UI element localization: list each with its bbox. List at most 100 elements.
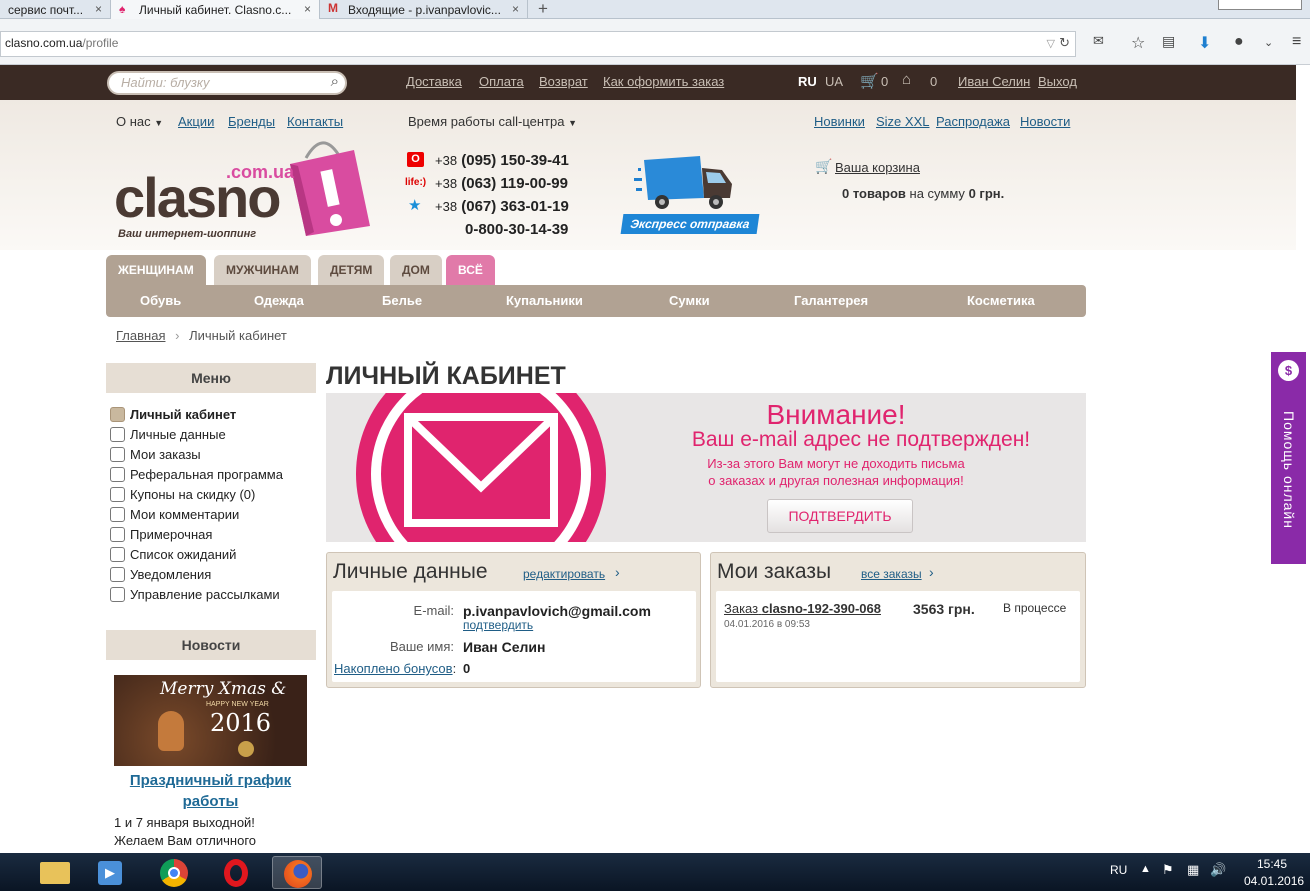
url-domain: clasno.com.ua — [5, 36, 83, 50]
volume-icon[interactable]: 🔊 — [1210, 862, 1226, 878]
express-banner[interactable]: Экспресс отправка — [620, 150, 760, 236]
sidebar-item-wishlist[interactable]: Список ожиданий — [110, 547, 236, 562]
sidebar-item-referral[interactable]: Реферальная программа — [110, 467, 283, 482]
checkbox-icon — [110, 587, 125, 602]
edit-link[interactable]: редактировать — [523, 567, 605, 581]
news-image[interactable]: Merry Xmas & HAPPY NEW YEAR 2016 — [114, 675, 307, 766]
sidebar-item-comments[interactable]: Мои комментарии — [110, 507, 239, 522]
bookmarks-list-icon[interactable]: ▤ — [1162, 33, 1175, 50]
subnav-accessories[interactable]: Галантерея — [794, 293, 868, 308]
dropdown-icon[interactable]: ▽ — [1047, 37, 1055, 50]
search-input[interactable]: Найти: блузку ⌕ — [107, 71, 347, 95]
media-player-icon[interactable]: ▶ — [86, 856, 136, 889]
clock-date[interactable]: 04.01.2016 — [1244, 874, 1304, 888]
explorer-icon[interactable] — [30, 856, 80, 889]
size-xxl-link[interactable]: Size XXL — [876, 114, 929, 129]
sidebar-item-orders[interactable]: Мои заказы — [110, 447, 201, 462]
category-tab-home[interactable]: ДОМ — [390, 255, 442, 285]
contacts-link[interactable]: Контакты — [287, 114, 343, 129]
sidebar-item-subscriptions[interactable]: Управление рассылками — [110, 587, 280, 602]
sidebar-item-fitting[interactable]: Примерочная — [110, 527, 212, 542]
start-button[interactable] — [0, 856, 22, 889]
tray-arrow-icon[interactable]: ▲ — [1140, 863, 1151, 875]
site-logo[interactable]: .com.ua clasno Ваш интернет-шоппинг — [114, 136, 379, 242]
browser-tab[interactable]: M Входящие - p.ivanpavlovic... × — [320, 0, 528, 19]
cart-icon[interactable]: 🛒 — [860, 72, 879, 90]
category-tab-women[interactable]: ЖЕНЩИНАМ — [106, 255, 206, 285]
logout-link[interactable]: Выход — [1038, 74, 1077, 89]
subnav-swimwear[interactable]: Купальники — [506, 293, 583, 308]
free-phone[interactable]: 0-800-30-14-39 — [465, 221, 568, 238]
confirm-email-button[interactable]: ПОДТВЕРДИТЬ — [767, 499, 913, 533]
close-icon[interactable]: × — [304, 2, 311, 16]
sidebar-item-coupons[interactable]: Купоны на скидку (0) — [110, 487, 255, 502]
help-online-tab[interactable]: $ Помощь онлайн — [1271, 352, 1306, 564]
action-center-icon[interactable]: ⚑ — [1162, 862, 1174, 878]
category-tab-all[interactable]: ВСЁ — [446, 255, 495, 285]
kyivstar-icon: ★ — [408, 197, 422, 214]
sidebar-item-personal-data[interactable]: Личные данные — [110, 427, 226, 442]
subnav-underwear[interactable]: Белье — [382, 293, 422, 308]
url-bar[interactable]: clasno.com.ua/profile ▽ ↻ — [0, 31, 1076, 57]
how-to-order-link[interactable]: Как оформить заказ — [603, 74, 724, 89]
order-link[interactable]: Заказ clasno-192-390-068 — [724, 601, 881, 616]
lang-ua[interactable]: UA — [825, 74, 843, 89]
chat-icon[interactable]: ● — [1234, 33, 1244, 51]
hours-dropdown[interactable]: Время работы call-центра ▼ — [408, 114, 577, 129]
phone-kyivstar[interactable]: +38 (067) 363-01-19 — [435, 198, 569, 215]
browser-tab-active[interactable]: ♠ Личный кабинет. Clasno.c... × — [111, 0, 320, 19]
subnav-bags[interactable]: Сумки — [669, 293, 710, 308]
all-orders-link[interactable]: все заказы — [861, 567, 922, 581]
sidebar-item-profile[interactable]: Личный кабинет — [110, 407, 236, 422]
menu-icon[interactable]: ≡ — [1292, 33, 1301, 51]
browser-tab[interactable]: сервис почт... × — [0, 0, 111, 19]
confirm-email-link[interactable]: подтвердить — [463, 618, 533, 632]
orders-body: Заказ clasno-192-390-068 3563 грн. В про… — [716, 591, 1080, 682]
brands-link[interactable]: Бренды — [228, 114, 275, 129]
news-link[interactable]: Новости — [1020, 114, 1070, 129]
promo-link[interactable]: Акции — [178, 114, 214, 129]
phone-mts[interactable]: +38 (095) 150-39-41 — [435, 152, 569, 169]
firefox-icon[interactable] — [272, 856, 322, 889]
window-controls[interactable] — [1218, 0, 1302, 10]
new-tab-button[interactable]: + — [538, 0, 548, 19]
subnav-shoes[interactable]: Обувь — [140, 293, 181, 308]
reader-icon[interactable]: ✉ — [1093, 33, 1104, 49]
return-link[interactable]: Возврат — [539, 74, 588, 89]
close-icon[interactable]: × — [512, 2, 519, 16]
bonus-link[interactable]: Накоплено бонусов — [334, 661, 453, 676]
about-dropdown[interactable]: О нас ▼ — [116, 114, 163, 129]
breadcrumb-home[interactable]: Главная — [116, 328, 165, 343]
phone-life[interactable]: +38 (063) 119-00-99 — [435, 175, 568, 192]
sidebar-item-label: Личный кабинет — [130, 407, 237, 422]
category-tab-kids[interactable]: ДЕТЯМ — [318, 255, 385, 285]
bookmark-star-icon[interactable]: ☆ — [1131, 33, 1145, 53]
subnav-cosmetics[interactable]: Косметика — [967, 293, 1035, 308]
chevron-right-icon[interactable]: › — [615, 564, 620, 580]
payment-link[interactable]: Оплата — [479, 74, 524, 89]
subnav-clothes[interactable]: Одежда — [254, 293, 304, 308]
chrome-icon[interactable] — [150, 856, 200, 889]
new-items-link[interactable]: Новинки — [814, 114, 865, 129]
close-icon[interactable]: × — [95, 2, 102, 16]
delivery-link[interactable]: Доставка — [406, 74, 462, 89]
news-link[interactable]: Праздничный график работы — [114, 770, 307, 812]
input-language[interactable]: RU — [1110, 863, 1127, 877]
chevron-right-icon[interactable]: › — [929, 564, 934, 580]
category-tab-men[interactable]: МУЖЧИНАМ — [214, 255, 311, 285]
cart-link[interactable]: Ваша корзина — [835, 160, 920, 175]
sidebar-item-notifications[interactable]: Уведомления — [110, 567, 211, 582]
chevron-down-icon[interactable]: ⌄ — [1264, 36, 1273, 49]
opera-icon[interactable] — [212, 856, 262, 889]
hanger-icon[interactable]: ⌂ — [902, 71, 911, 88]
lang-ru[interactable]: RU — [798, 74, 817, 89]
news-image-subtext: HAPPY NEW YEAR — [206, 701, 269, 708]
network-icon[interactable]: ▦ — [1187, 862, 1199, 878]
reload-icon[interactable]: ↻ — [1059, 35, 1070, 51]
search-icon[interactable]: ⌕ — [331, 73, 339, 90]
user-name-link[interactable]: Иван Селин — [958, 74, 1030, 89]
clock-time[interactable]: 15:45 — [1257, 857, 1287, 871]
download-icon[interactable]: ⬇ — [1198, 33, 1211, 53]
sale-link[interactable]: Распродажа — [936, 114, 1010, 129]
wish-count: 0 — [930, 74, 938, 89]
